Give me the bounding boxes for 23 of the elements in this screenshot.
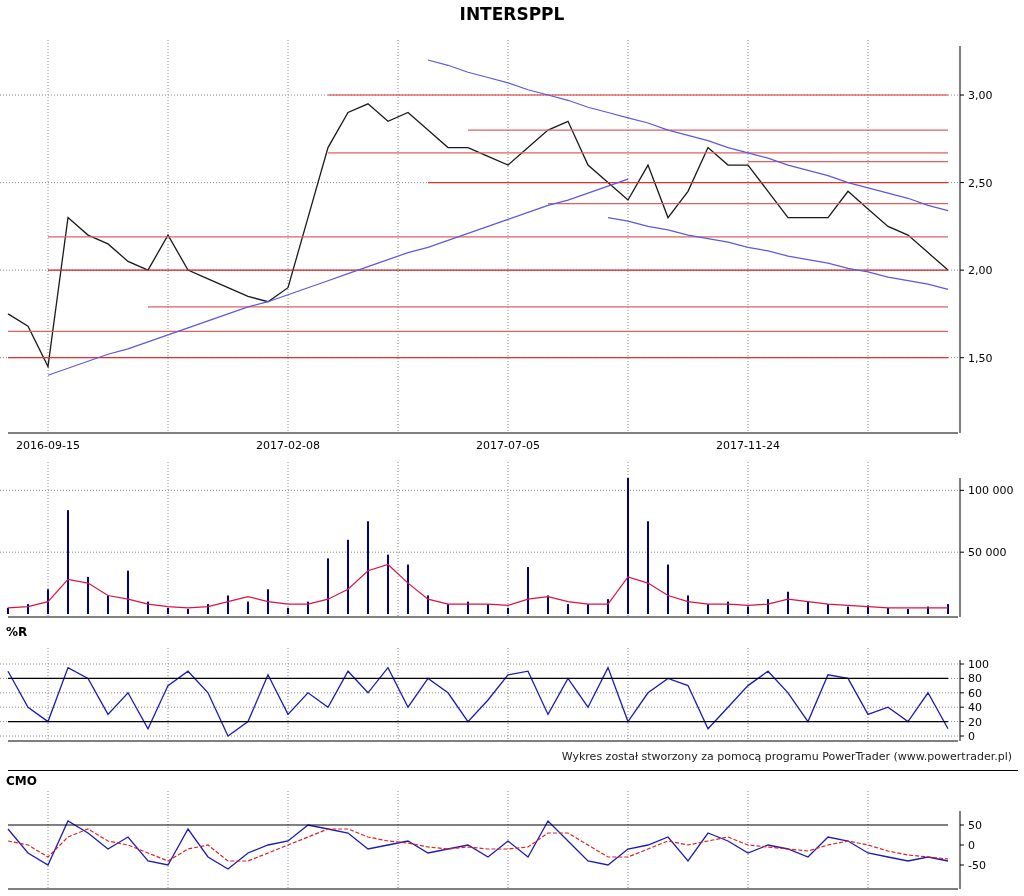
axis-label: 3,00	[968, 89, 993, 103]
axis-label: 100	[968, 658, 989, 671]
axis-label: 2,00	[968, 264, 993, 278]
axis-label: 2017-02-08	[256, 439, 320, 452]
axis-label: 60	[968, 686, 982, 700]
axis-label: 2016-09-15	[16, 439, 80, 452]
axis-label: 20	[968, 715, 982, 729]
chart-title: INTERSPPL	[459, 3, 565, 26]
axis-label: 40	[968, 701, 982, 715]
axis-label: -50	[968, 859, 986, 872]
axis-label: 1,50	[968, 351, 993, 365]
axis-label: 2017-11-24	[716, 439, 780, 452]
panel-title: %R	[5, 624, 28, 641]
axis-label: 2,50	[968, 176, 993, 190]
axis-label: 0	[968, 839, 975, 852]
axis-label: 80	[968, 672, 982, 686]
axis-label: 50 000	[968, 546, 1007, 560]
axis-label: 50	[968, 819, 982, 832]
axis-label: 2017-07-05	[476, 439, 540, 452]
panel-title: CMO	[5, 773, 37, 790]
credit-text: Wykres został stworzony za pomocą programu PowerTrader (www.powertrader.pl)	[8, 745, 1018, 771]
axis-label: 100 000	[968, 484, 1014, 498]
axis-label: 0	[968, 730, 975, 743]
